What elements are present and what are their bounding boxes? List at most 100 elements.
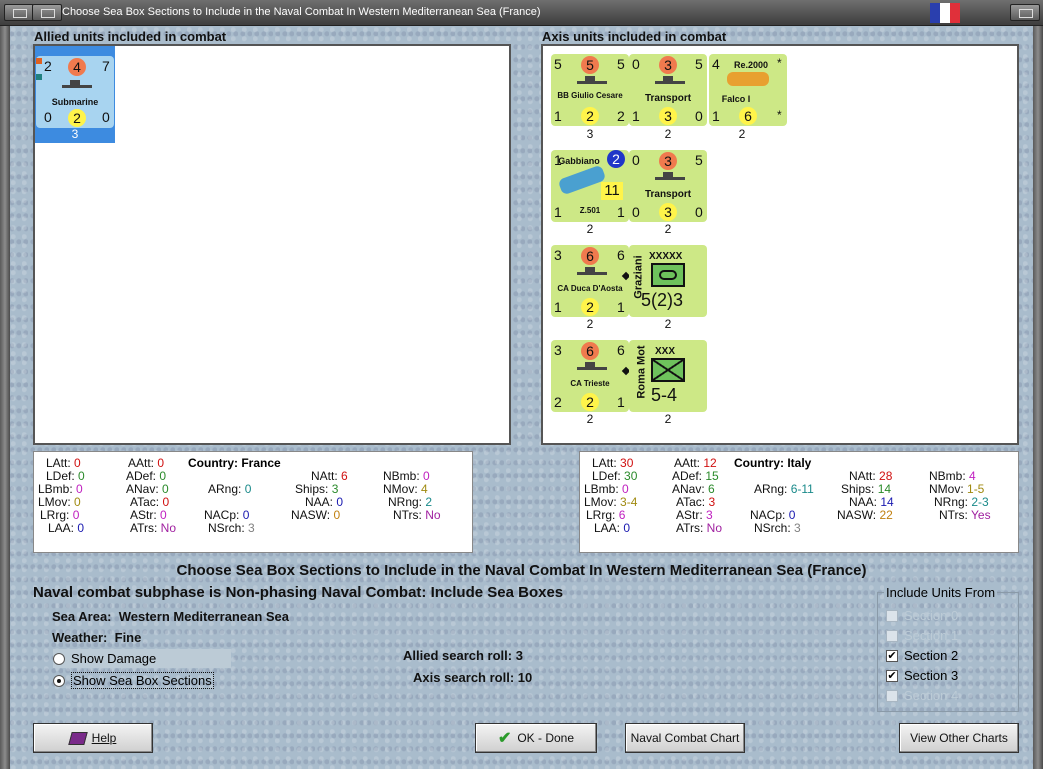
stat-label: NACp: — [750, 508, 786, 522]
section-label: Section 3 — [904, 668, 959, 683]
stat-laa: 0 — [623, 521, 631, 535]
stat-nmov: 1-5 — [967, 482, 985, 496]
stat-label: Ships: — [295, 482, 329, 496]
counter-movement: 2 — [617, 108, 625, 124]
show-sections-radio[interactable]: Show Sea Box Sections — [53, 672, 214, 689]
window-frame-right — [1033, 26, 1043, 769]
unit-counter-ca-trieste[interactable]: 3 6 6 CA Trieste 2 2 1 — [551, 340, 629, 412]
counter-attack-circle: 5 — [581, 56, 599, 74]
counter-attack: 3 — [554, 342, 562, 358]
sea-area-label: Sea Area: — [52, 609, 112, 624]
status-marker — [36, 58, 42, 64]
unit-counter-transport-1[interactable]: 0 3 5 Transport 1 3 0 — [629, 54, 707, 126]
counter-range: 6 — [617, 247, 625, 263]
stat-natt: 6 — [341, 469, 348, 483]
stat-country: Country: France — [188, 456, 281, 470]
section-1-checkbox[interactable]: Section 1 — [886, 628, 958, 643]
counter-aa: 1 — [712, 108, 720, 124]
include-units-title: Include Units From — [884, 585, 998, 600]
unit-counter-graziani[interactable]: Graziani XXXXX 5(2)3 — [629, 245, 707, 317]
counter-badge-circle: 2 — [607, 150, 625, 168]
stat-arng: 0 — [244, 482, 252, 496]
sea-area-value: Western Mediterranean Sea — [118, 609, 290, 624]
stat-label: NMov: — [929, 482, 964, 496]
allied-units-panel: 2 4 7 Submarine 0 2 0 3 — [33, 44, 511, 445]
unit-section-label: 2 — [586, 412, 594, 426]
close-window-button[interactable] — [1010, 4, 1040, 21]
unit-counter-submarine[interactable]: 2 4 7 Submarine 0 2 0 — [36, 56, 114, 128]
unit-section-label: 2 — [664, 127, 672, 141]
stat-label: NAtt: — [849, 469, 876, 483]
counter-aa: 0 — [44, 109, 52, 125]
view-other-charts-button[interactable]: View Other Charts — [899, 723, 1019, 753]
stat-label: NAA: — [849, 495, 878, 509]
help-button[interactable]: Help — [33, 723, 153, 753]
ok-done-button[interactable]: ✔ OK - Done — [475, 723, 597, 753]
show-damage-radio[interactable]: Show Damage — [53, 649, 231, 668]
counter-attack: 3 — [554, 247, 562, 263]
axis-units-header: Axis units included in combat — [542, 29, 727, 44]
counter-attack-circle: 3 — [659, 56, 677, 74]
system-menu-button[interactable] — [32, 4, 62, 21]
stat-adef: 15 — [705, 469, 719, 483]
section-label: Section 2 — [904, 648, 959, 663]
stat-ldef: 30 — [624, 469, 638, 483]
counter-defense-circle: 2 — [581, 107, 599, 125]
checkbox-indicator — [886, 689, 898, 702]
window-frame-left — [0, 26, 10, 769]
counter-aa: 1 — [554, 299, 562, 315]
unit-counter-transport-2[interactable]: 0 3 5 Transport 0 3 0 — [629, 150, 707, 222]
unit-counter-bb-giulio-cesare[interactable]: 5 5 5 BB Giulio Cesare 1 2 2 — [551, 54, 629, 126]
fighter-plane-icon — [727, 72, 769, 86]
counter-range: 7 — [102, 58, 110, 74]
section-2-checkbox[interactable]: ✔ Section 2 — [886, 648, 958, 663]
submarine-icon — [62, 80, 92, 88]
stat-label: NSrch: — [754, 521, 791, 535]
stat-label: NTrs: — [939, 508, 968, 522]
help-label: Help — [91, 731, 117, 745]
unit-counter-gabbiano[interactable]: 1 Gabbiano 2 11 Z.501 1 1 — [551, 150, 629, 222]
unit-counter-re2000[interactable]: 4 Re.2000 * Falco I 1 6 * — [709, 54, 787, 126]
counter-aa: 1 — [632, 108, 640, 124]
weather-value: Fine — [114, 630, 142, 645]
section-4-checkbox[interactable]: Section 4 — [886, 688, 958, 703]
stat-naa: 14 — [880, 495, 894, 509]
counter-plane-name: Re.2000 — [733, 60, 769, 70]
stat-nmov: 4 — [421, 482, 428, 496]
allied-unit-selection[interactable]: 2 4 7 Submarine 0 2 0 3 — [35, 46, 115, 143]
axis-stats-panel: LAtt: 30 AAtt: 12 Country: Italy NAtt: 2… — [579, 451, 1019, 553]
stat-astr: 3 — [706, 508, 713, 522]
stat-atac: 0 — [162, 495, 170, 509]
restore-window-button[interactable] — [4, 4, 34, 21]
counter-name: CA Duca D'Aosta — [557, 284, 623, 293]
counter-range: 5 — [695, 56, 703, 72]
title-bar: Choose Sea Box Sections to Include in th… — [0, 0, 1043, 26]
counter-attack: 5 — [554, 56, 562, 72]
stat-nbmb: 4 — [969, 469, 976, 483]
radio-indicator — [53, 674, 65, 687]
stat-label: NAA: — [305, 495, 334, 509]
stat-ntrs: No — [425, 508, 441, 522]
subphase-text: Naval combat subphase is Non-phasing Nav… — [33, 584, 564, 601]
section-3-checkbox[interactable]: ✔ Section 3 — [886, 668, 958, 683]
stat-label: LDef: — [592, 469, 621, 483]
stat-label: LAtt: — [46, 456, 71, 470]
unit-section-label: 2 — [738, 127, 746, 141]
counter-movement: 0 — [102, 109, 110, 125]
radio-indicator — [53, 652, 65, 665]
counter-defense-circle: 3 — [659, 107, 677, 125]
unit-counter-ca-duca-daosta[interactable]: 3 6 6 CA Duca D'Aosta 1 2 1 — [551, 245, 629, 317]
counter-name: CA Trieste — [570, 379, 610, 388]
naval-combat-chart-button[interactable]: Naval Combat Chart — [625, 723, 745, 753]
unit-section-label: 3 — [586, 127, 594, 141]
stat-label: Ships: — [841, 482, 875, 496]
counter-movement: 0 — [695, 204, 703, 220]
unit-counter-roma-mot[interactable]: Roma Mot XXX 5-4 — [629, 340, 707, 412]
section-0-checkbox[interactable]: Section 0 — [886, 608, 958, 623]
counter-aa: 0 — [632, 204, 640, 220]
unit-section-label: 2 — [664, 412, 672, 426]
stat-atac: 3 — [708, 495, 716, 509]
stat-label: LAtt: — [592, 456, 617, 470]
counter-aa: 1 — [554, 204, 562, 220]
stat-astr: 0 — [160, 508, 167, 522]
